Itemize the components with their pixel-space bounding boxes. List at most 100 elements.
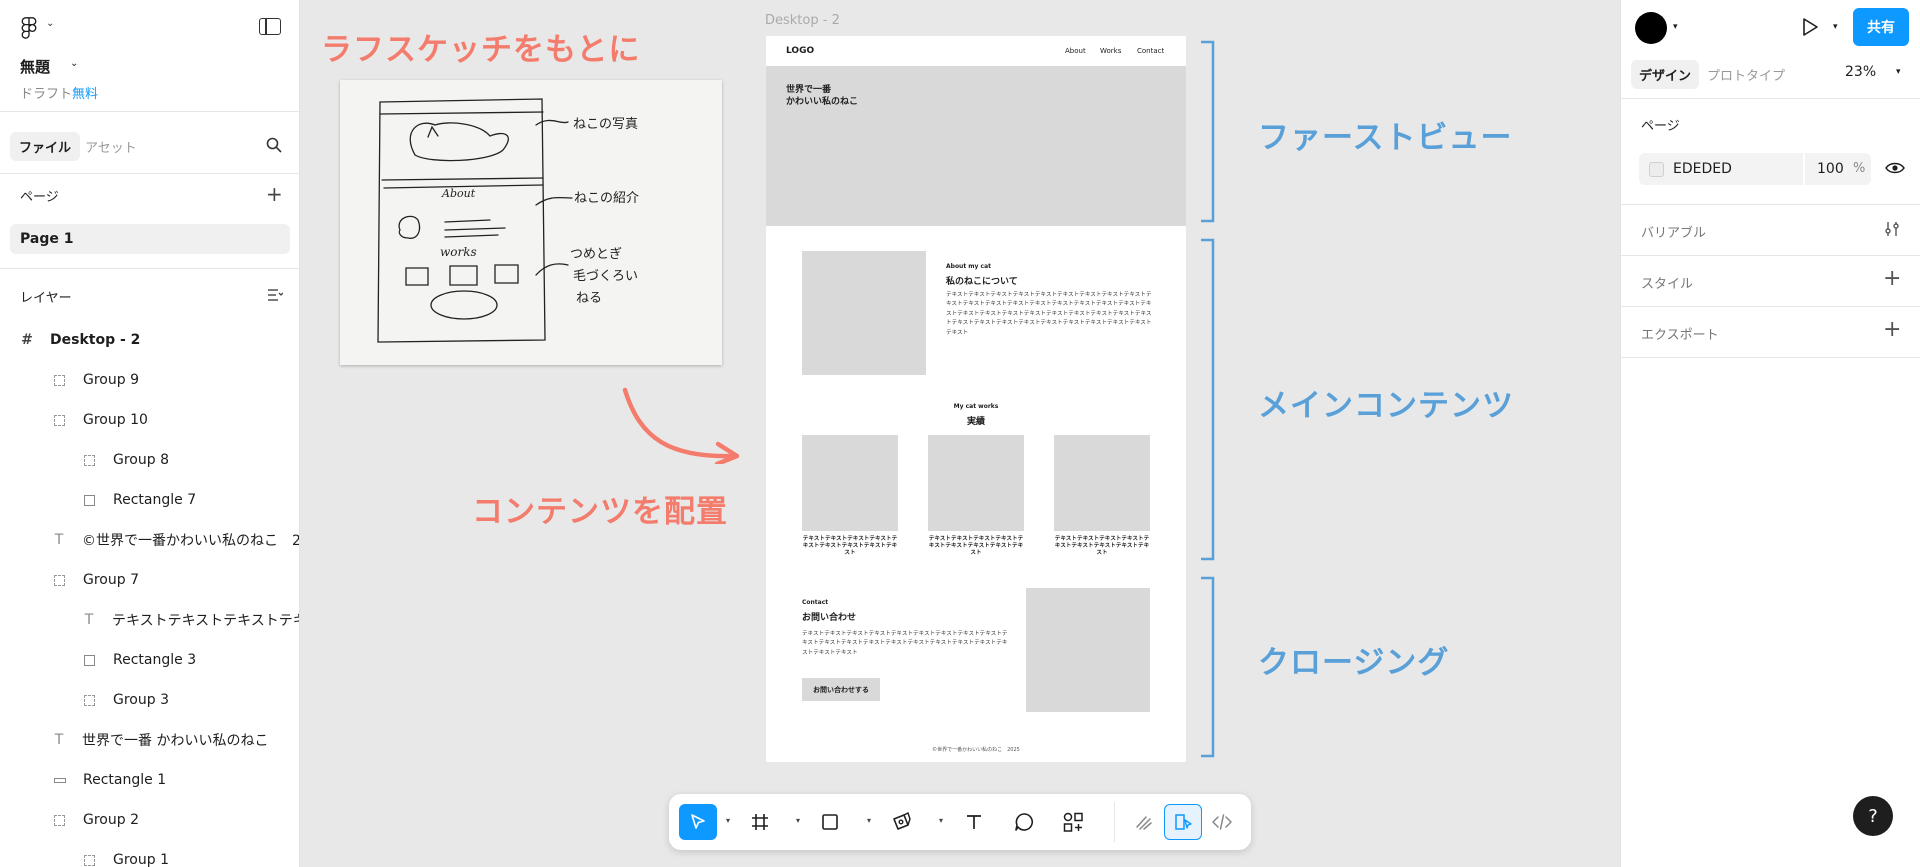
layer-group-9[interactable]: Group 9: [52, 360, 139, 400]
layer-group-2[interactable]: Group 2: [52, 800, 139, 840]
color-swatch[interactable]: [1649, 162, 1664, 177]
pen-tool-icon: [893, 812, 911, 830]
annotation-rough-sketch[interactable]: ラフスケッチをもとに: [321, 24, 640, 69]
sidebar-toggle-icon[interactable]: [259, 18, 281, 35]
layer-rectangle-7[interactable]: Rectangle 7: [82, 480, 196, 520]
layer-group-1[interactable]: Group 1: [82, 840, 169, 867]
move-tool-chevron-icon[interactable]: ▾: [726, 816, 730, 825]
annotation-main-contents[interactable]: メインコンテンツ: [1258, 380, 1514, 425]
toolbar-divider: [1114, 802, 1115, 842]
sketch-drawing: About works ねこの写真 ねこの紹介 つめとぎ 毛づくろい ねる: [377, 98, 639, 343]
pages-header: ページ: [20, 190, 59, 205]
tab-design[interactable]: デザイン: [1631, 60, 1700, 89]
draw-mode-button[interactable]: [1125, 804, 1163, 840]
layers-collapse-icon[interactable]: [267, 288, 283, 302]
tab-file[interactable]: ファイル: [10, 132, 81, 161]
eye-icon[interactable]: [1885, 161, 1905, 175]
pen-tool-chevron-icon[interactable]: ▾: [939, 816, 943, 825]
annotation-first-view[interactable]: ファーストビュー: [1258, 112, 1512, 157]
about-heading: 私のねこについて: [946, 277, 1018, 287]
main-menu-chevron-icon[interactable]: ⌄: [46, 18, 54, 29]
layer-group-3[interactable]: Group 3: [82, 680, 169, 720]
work-caption: テキストテキストテキストテキストテキストテキストテキストテキストテキスト: [928, 536, 1024, 556]
code-icon: [1212, 814, 1232, 830]
actions-tool[interactable]: [1054, 804, 1092, 840]
layer-rectangle-3[interactable]: Rectangle 3: [82, 640, 196, 680]
dev-mode-button[interactable]: [1203, 804, 1241, 840]
variables-sliders-icon[interactable]: [1884, 221, 1900, 237]
works-small-label: My cat works: [953, 403, 999, 410]
frame-hero-title: 世界で一番 かわいい私のねこ: [786, 84, 858, 108]
file-title[interactable]: 無題: [20, 56, 50, 77]
frame-nav-works: Works: [1100, 47, 1122, 55]
design-mode-icon: [1175, 814, 1192, 830]
frame-tool[interactable]: [741, 804, 779, 840]
avatar[interactable]: [1635, 12, 1667, 44]
comment-tool[interactable]: [1005, 804, 1043, 840]
add-export-plus-icon[interactable]: +: [1883, 319, 1901, 341]
contact-image-placeholder: [1026, 588, 1150, 712]
layer-hero-text[interactable]: T 世界で一番 かわいい私のねこ: [52, 720, 269, 760]
sketch-note-3b: 毛づくろい: [573, 269, 638, 284]
curved-arrow-icon[interactable]: [615, 384, 740, 464]
frame-footer: ©世界で一番かわいい私のねこ 2025: [932, 747, 1020, 753]
layer-label: Desktop - 2: [50, 332, 141, 348]
annotation-closing[interactable]: クロージング: [1258, 637, 1449, 682]
tab-assets[interactable]: アセット: [76, 132, 146, 161]
group-icon: [84, 854, 95, 866]
layer-label: Group 1: [113, 852, 169, 867]
zoom-level[interactable]: 23%: [1845, 64, 1876, 80]
opacity-input[interactable]: 100: [1817, 161, 1844, 177]
frame-logo: LOGO: [786, 46, 815, 56]
share-button[interactable]: 共有: [1853, 8, 1909, 46]
page-item[interactable]: Page 1: [10, 224, 290, 254]
layer-group-7[interactable]: Group 7: [52, 560, 139, 600]
text-icon: T: [54, 532, 64, 548]
layer-label: Group 8: [113, 452, 169, 468]
design-mode-button[interactable]: [1164, 804, 1202, 840]
layer-rectangle-1[interactable]: Rectangle 1: [52, 760, 166, 800]
shape-tool-chevron-icon[interactable]: ▾: [867, 816, 871, 825]
layer-group-8[interactable]: Group 8: [82, 440, 169, 480]
divider: [1621, 306, 1920, 307]
plan-badge[interactable]: 無料: [72, 83, 98, 102]
actions-icon: [1063, 812, 1083, 832]
move-tool[interactable]: [679, 804, 717, 840]
color-hex-input[interactable]: EDEDED: [1673, 161, 1732, 177]
tab-prototype[interactable]: プロトタイプ: [1699, 60, 1793, 89]
search-icon[interactable]: [266, 137, 282, 153]
work-image-placeholder: [928, 435, 1024, 531]
hero-line-2: かわいい私のねこ: [786, 97, 859, 107]
work-caption: テキストテキストテキストテキストテキストテキストテキストテキストテキスト: [1054, 536, 1150, 556]
layer-body-text[interactable]: T テキストテキストテキストテキスト: [82, 600, 299, 640]
rough-sketch-image[interactable]: About works ねこの写真 ねこの紹介 つめとぎ 毛づくろい ねる: [340, 80, 722, 365]
group-icon: [84, 694, 95, 706]
help-button[interactable]: ?: [1853, 796, 1893, 836]
play-icon[interactable]: [1801, 17, 1819, 37]
zoom-chevron-icon[interactable]: ▾: [1896, 67, 1901, 77]
frame-tool-chevron-icon[interactable]: ▾: [796, 816, 800, 825]
divider: [1621, 204, 1920, 205]
group-icon: [84, 454, 95, 466]
frame-label[interactable]: Desktop - 2: [765, 13, 840, 28]
comment-icon: [1015, 813, 1033, 831]
layer-desktop-2[interactable]: # Desktop - 2: [20, 320, 140, 360]
file-title-chevron-icon[interactable]: ⌄: [70, 58, 78, 69]
shape-tool[interactable]: [811, 804, 849, 840]
desktop-frame[interactable]: LOGO About Works Contact 世界で一番 かわいい私のねこ …: [766, 36, 1186, 762]
text-tool[interactable]: [955, 804, 993, 840]
play-chevron-icon[interactable]: ▾: [1833, 22, 1838, 32]
pen-tool[interactable]: [882, 804, 920, 840]
file-header: ⌄ 無題 ⌄ ドラフト 無料: [0, 0, 299, 112]
page-background-color[interactable]: EDEDED 100 %: [1639, 153, 1871, 185]
annotation-place-contents[interactable]: コンテンツを配置: [472, 486, 728, 531]
add-page-plus-icon[interactable]: +: [266, 184, 283, 204]
layer-group-10[interactable]: Group 10: [52, 400, 148, 440]
contact-small-label: Contact: [802, 599, 829, 606]
text-icon: T: [54, 732, 64, 748]
figma-logo-icon[interactable]: [20, 17, 38, 39]
layer-label: 世界で一番 かわいい私のねこ: [82, 733, 269, 749]
add-style-plus-icon[interactable]: +: [1883, 268, 1901, 290]
layer-copyright-text[interactable]: T ©世界で一番かわいい私のねこ 2025: [52, 520, 299, 560]
avatar-chevron-icon[interactable]: ▾: [1673, 22, 1678, 32]
